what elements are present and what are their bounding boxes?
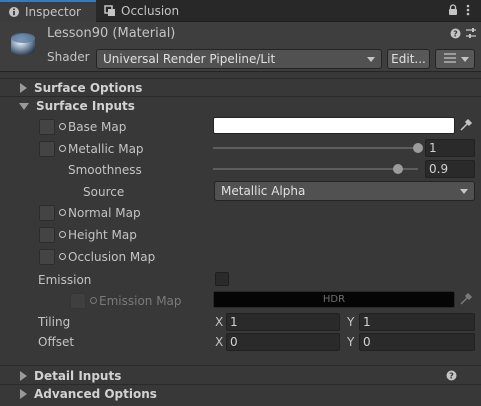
presets-icon[interactable] [465,27,477,42]
shader-options-button[interactable] [435,49,475,69]
offset-y-label: Y [347,335,355,349]
smoothness-slider-thumb[interactable] [392,164,403,174]
object-picker-icon[interactable] [59,231,66,238]
tiling-x-label: X [215,315,224,329]
offset-x-label: X [215,335,224,349]
section-surface-inputs[interactable]: Surface Inputs [0,97,481,115]
metallic-value-field[interactable]: 1 [425,139,475,157]
object-picker-icon[interactable] [59,253,66,260]
divider [0,365,481,366]
base-map-texture-slot[interactable] [39,119,55,135]
emission-color-swatch: HDR [213,291,455,308]
occlusion-map-label: Occlusion Map [68,250,156,264]
metallic-map-label: Metallic Map [68,142,144,156]
base-map-label: Base Map [68,120,127,134]
offset-y-field[interactable]: 0 [359,333,475,351]
shader-value: Universal Render Pipeline/Lit [103,52,276,66]
lock-icon[interactable] [448,4,458,19]
height-map-texture-slot[interactable] [39,227,55,243]
emission-map-label: Emission Map [99,294,182,308]
source-dropdown[interactable]: Metallic Alpha [214,181,475,201]
tiling-x-field[interactable]: 1 [226,313,340,331]
material-preview-icon [6,26,40,60]
tab-occlusion[interactable]: Occlusion [96,0,192,22]
eyedropper-icon [459,292,473,309]
smoothness-label: Smoothness [68,163,142,177]
normal-map-label: Normal Map [68,206,141,220]
occlusion-icon [104,5,116,17]
foldout-closed-icon [20,83,27,93]
base-color-swatch[interactable] [213,117,455,134]
edit-shader-label: Edit... [391,52,426,66]
tiling-label: Tiling [38,315,71,329]
height-map-label: Height Map [68,228,137,242]
section-surface-options-label: Surface Options [34,81,143,95]
section-advanced-options[interactable]: Advanced Options [0,385,481,403]
object-picker-icon[interactable] [59,209,66,216]
emission-label: Emission [38,273,92,287]
section-surface-inputs-label: Surface Inputs [36,99,135,113]
eyedropper-icon[interactable] [459,118,473,135]
info-icon [8,6,20,18]
foldout-closed-icon [20,389,27,399]
foldout-open-icon [19,102,29,110]
chevron-down-icon [461,57,469,62]
object-picker-icon[interactable] [59,123,66,130]
edit-shader-button[interactable]: Edit... [387,49,430,69]
metallic-slider-thumb[interactable] [413,143,423,153]
smoothness-value-field[interactable]: 0.9 [425,160,475,178]
tiling-y-label: Y [347,315,355,329]
source-value: Metallic Alpha [221,184,306,198]
section-surface-options[interactable]: Surface Options [0,79,481,97]
chevron-down-icon [460,189,468,194]
material-name: Lesson90 (Material) [47,26,176,41]
chevron-down-icon [367,57,375,62]
list-icon [444,52,456,66]
help-icon[interactable]: ? [446,370,457,384]
help-icon[interactable]: ? [450,28,461,42]
svg-text:?: ? [453,30,458,39]
section-detail-inputs[interactable]: Detail Inputs [0,367,481,385]
offset-x-field[interactable]: 0 [226,333,340,351]
section-detail-inputs-label: Detail Inputs [34,369,122,383]
tiling-y-field[interactable]: 1 [359,313,475,331]
smoothness-slider-track[interactable] [213,168,418,170]
occlusion-map-texture-slot[interactable] [39,249,55,265]
metallic-slider-track[interactable] [213,147,418,149]
shader-label: Shader [47,50,90,64]
section-advanced-options-label: Advanced Options [34,387,157,401]
object-picker-icon [90,297,97,304]
tab-inspector[interactable]: Inspector [0,0,96,22]
emission-checkbox[interactable] [215,272,229,286]
offset-label: Offset [38,335,75,349]
normal-map-texture-slot[interactable] [39,205,55,221]
source-label: Source [83,185,125,199]
object-picker-icon[interactable] [59,145,66,152]
more-options-icon[interactable] [466,4,470,19]
shader-dropdown[interactable]: Universal Render Pipeline/Lit [96,49,382,69]
svg-text:?: ? [449,372,454,381]
tab-occlusion-label: Occlusion [121,4,180,18]
material-header: Lesson90 (Material) ? Shader Universal R… [0,22,481,72]
metallic-map-texture-slot[interactable] [39,141,55,157]
tab-inspector-label: Inspector [25,5,81,19]
emission-map-texture-slot [70,293,86,309]
foldout-closed-icon [20,371,27,381]
tab-bar: Inspector Occlusion [0,0,481,22]
